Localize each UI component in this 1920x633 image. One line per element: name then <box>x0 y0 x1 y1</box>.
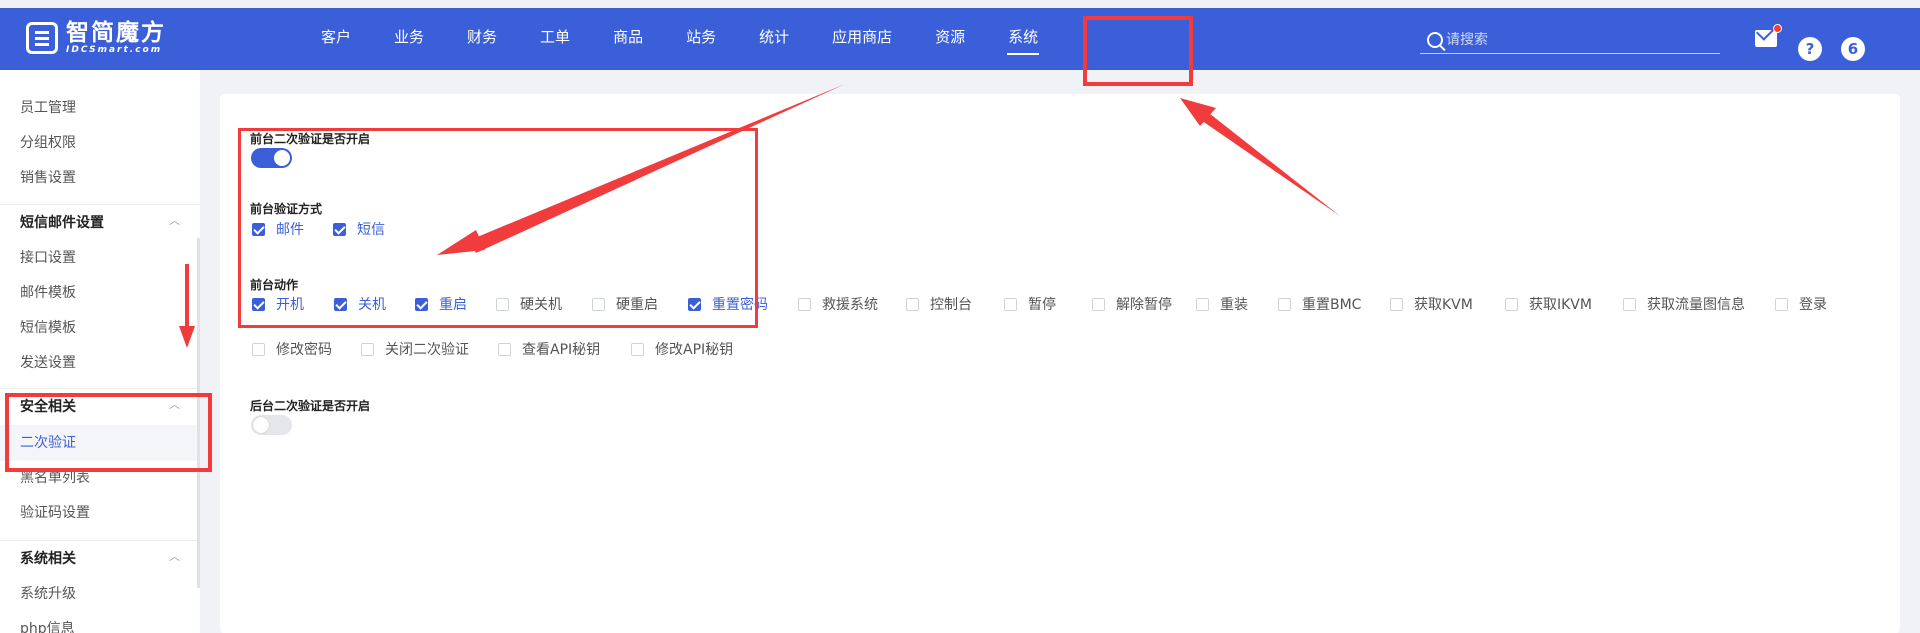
sidebar-item-group-permissions[interactable]: 分组权限 <box>20 132 76 152</box>
search-icon[interactable] <box>1427 31 1443 48</box>
checkbox-label: 查看API秘钥 <box>522 342 601 358</box>
sidebar-item-interface[interactable]: 接口设置 <box>20 247 76 267</box>
checkbox-icon[interactable] <box>1004 297 1017 311</box>
action-checkbox[interactable]: 关闭二次验证 <box>361 339 469 359</box>
checkbox-icon[interactable] <box>1278 297 1291 311</box>
checkbox-label: 解除暂停 <box>1116 297 1172 313</box>
checkbox-label: 修改API秘钥 <box>655 342 734 358</box>
logo-title: 智简魔方 <box>66 20 166 46</box>
logo[interactable]: 智简魔方 IDCSmart.com <box>26 21 166 55</box>
sidebar-divider <box>0 204 200 205</box>
sidebar-group-sms-email[interactable]: 短信邮件设置 ︿ <box>20 212 180 232</box>
checkbox-icon[interactable] <box>1775 297 1788 311</box>
checkbox-icon[interactable] <box>1196 297 1209 311</box>
checkbox-icon[interactable] <box>252 342 265 356</box>
checkbox-icon[interactable] <box>361 342 374 356</box>
checkbox-label: 修改密码 <box>276 342 332 358</box>
checkbox-icon[interactable] <box>1623 297 1636 311</box>
user-avatar-icon[interactable]: 6 <box>1841 37 1865 61</box>
checkbox-icon[interactable] <box>1092 297 1105 311</box>
action-checkbox[interactable]: 修改API秘钥 <box>631 339 733 359</box>
main-nav: 客户 业务 财务 工单 商品 站务 统计 应用商店 资源 系统 <box>300 8 1060 70</box>
sidebar-item-captcha[interactable]: 验证码设置 <box>20 502 90 522</box>
action-checkbox[interactable]: 获取KVM <box>1390 294 1473 314</box>
sidebar-item-email-template[interactable]: 邮件模板 <box>20 282 76 302</box>
notification-dot <box>1773 24 1782 33</box>
annotation-box-system-nav <box>1083 16 1193 86</box>
nav-product[interactable]: 商品 <box>592 8 664 70</box>
nav-app-store[interactable]: 应用商店 <box>811 8 913 70</box>
chevron-up-icon: ︿ <box>169 214 180 227</box>
sidebar: 员工管理 分组权限 销售设置 短信邮件设置 ︿ 接口设置 邮件模板 短信模板 发… <box>0 70 200 633</box>
back-2fa-toggle[interactable] <box>251 415 292 435</box>
sidebar-divider <box>0 388 200 389</box>
sidebar-item-php-info[interactable]: php信息 <box>20 618 75 633</box>
action-checkbox[interactable]: 救援系统 <box>798 294 878 314</box>
nav-system[interactable]: 系统 <box>987 8 1059 70</box>
sidebar-divider <box>0 540 200 541</box>
sidebar-item-sales-settings[interactable]: 销售设置 <box>20 167 76 187</box>
help-icon[interactable]: ? <box>1798 37 1822 61</box>
nav-site[interactable]: 站务 <box>665 8 737 70</box>
action-checkbox[interactable]: 解除暂停 <box>1092 294 1172 314</box>
action-checkbox[interactable]: 重装 <box>1196 294 1248 314</box>
checkbox-label: 获取IKVM <box>1529 297 1592 313</box>
checkbox-label: 控制台 <box>930 297 972 313</box>
nav-resource[interactable]: 资源 <box>914 8 986 70</box>
checkbox-icon[interactable] <box>906 297 919 311</box>
checkbox-icon[interactable] <box>798 297 811 311</box>
sidebar-item-upgrade[interactable]: 系统升级 <box>20 583 76 603</box>
action-checkbox[interactable]: 登录 <box>1775 294 1827 314</box>
checkbox-label: 关闭二次验证 <box>385 342 469 358</box>
toggle-knob <box>253 417 269 433</box>
nav-customer[interactable]: 客户 <box>300 8 372 70</box>
action-checkbox[interactable]: 控制台 <box>906 294 972 314</box>
back-2fa-label: 后台二次验证是否开启 <box>250 399 371 413</box>
checkbox-icon[interactable] <box>1505 297 1518 311</box>
checkbox-icon[interactable] <box>631 342 644 356</box>
top-header: 智简魔方 IDCSmart.com 客户 业务 财务 工单 商品 站务 统计 应… <box>0 8 1920 70</box>
chevron-up-icon: ︿ <box>169 550 180 563</box>
search-input[interactable] <box>1446 31 1696 48</box>
annotation-box-front-settings <box>238 128 758 328</box>
checkbox-icon[interactable] <box>498 342 511 356</box>
checkbox-label: 暂停 <box>1028 297 1056 313</box>
sidebar-group-system[interactable]: 系统相关 ︿ <box>20 548 180 568</box>
action-checkbox[interactable]: 查看API秘钥 <box>498 339 600 359</box>
action-checkbox[interactable]: 修改密码 <box>252 339 332 359</box>
checkbox-label: 救援系统 <box>822 297 878 313</box>
nav-stats[interactable]: 统计 <box>738 8 810 70</box>
sidebar-item-staff[interactable]: 员工管理 <box>20 97 76 117</box>
search-bar <box>1420 26 1720 54</box>
action-checkbox[interactable]: 获取流量图信息 <box>1623 294 1745 314</box>
action-checkbox[interactable]: 暂停 <box>1004 294 1056 314</box>
checkbox-label: 获取流量图信息 <box>1647 297 1745 313</box>
checkbox-label: 登录 <box>1799 297 1827 313</box>
nav-finance[interactable]: 财务 <box>446 8 518 70</box>
logo-subtitle: IDCSmart.com <box>66 45 163 55</box>
nav-ticket[interactable]: 工单 <box>519 8 591 70</box>
action-checkbox[interactable]: 重置BMC <box>1278 294 1361 314</box>
action-checkbox[interactable]: 获取IKVM <box>1505 294 1592 314</box>
mail-icon[interactable] <box>1755 24 1782 47</box>
nav-business[interactable]: 业务 <box>373 8 445 70</box>
checkbox-label: 获取KVM <box>1414 297 1473 313</box>
checkbox-label: 重装 <box>1220 297 1248 313</box>
sidebar-item-sms-template[interactable]: 短信模板 <box>20 317 76 337</box>
logo-icon <box>26 22 58 54</box>
annotation-box-security <box>5 393 212 472</box>
checkbox-label: 重置BMC <box>1302 297 1362 313</box>
checkbox-icon[interactable] <box>1390 297 1403 311</box>
sidebar-item-send-settings[interactable]: 发送设置 <box>20 352 76 372</box>
